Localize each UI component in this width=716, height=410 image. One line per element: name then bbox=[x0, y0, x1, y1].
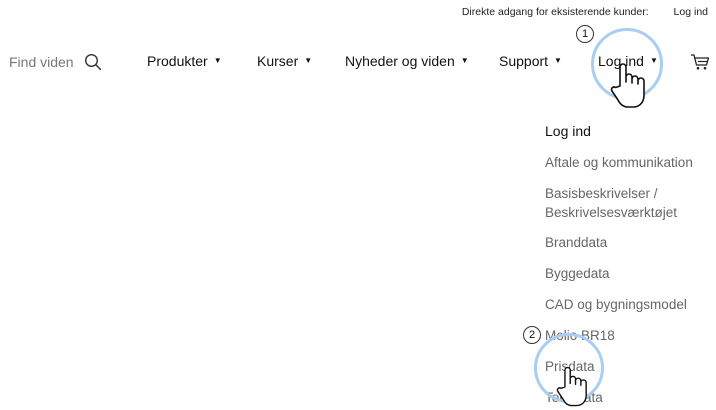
caret-down-icon: ▼ bbox=[213, 55, 222, 65]
pointer-hand-icon bbox=[556, 366, 587, 407]
nav-label: Produkter bbox=[147, 53, 208, 69]
search-icon[interactable] bbox=[84, 53, 102, 71]
caret-down-icon: ▼ bbox=[304, 55, 313, 65]
caret-down-icon: ▼ bbox=[460, 55, 469, 65]
caret-down-icon: ▼ bbox=[554, 55, 562, 65]
menu-item-beskrivelsesvaerktoejet[interactable]: Beskrivelsesværktøjet bbox=[545, 203, 710, 222]
step-2-badge: 2 bbox=[523, 326, 541, 344]
menu-item-byggedata[interactable]: Byggedata bbox=[545, 264, 710, 283]
search-box[interactable]: Find viden bbox=[9, 53, 102, 71]
top-utility-bar: Direkte adgang for eksisterende kunder: … bbox=[462, 6, 708, 18]
step-1-badge: 1 bbox=[576, 25, 594, 43]
menu-heading: Log ind bbox=[545, 123, 591, 139]
nav-label: Nyheder og viden bbox=[345, 53, 455, 69]
nav-label: Kurser bbox=[257, 53, 299, 69]
nav-produkter[interactable]: Produkter ▼ bbox=[147, 53, 222, 69]
menu-item-cad-og-bygningsmodel[interactable]: CAD og bygningsmodel bbox=[545, 295, 710, 314]
pointer-hand-icon bbox=[610, 63, 645, 108]
menu-item-basisbeskrivelser[interactable]: Basisbeskrivelser / bbox=[545, 184, 710, 203]
search-input[interactable]: Find viden bbox=[9, 54, 74, 70]
existing-customers-prompt: Direkte adgang for eksisterende kunder: bbox=[461, 6, 649, 18]
nav-kurser[interactable]: Kurser ▼ bbox=[257, 53, 312, 69]
nav-nyheder-og-viden[interactable]: Nyheder og viden ▼ bbox=[345, 53, 469, 69]
menu-item-branddata[interactable]: Branddata bbox=[545, 233, 710, 252]
nav-support[interactable]: Support ▼ bbox=[499, 53, 562, 69]
top-login-link[interactable]: Log ind bbox=[674, 6, 708, 18]
menu-item-aftale-og-kommunikation[interactable]: Aftale og kommunikation bbox=[545, 153, 710, 172]
nav-label: Support bbox=[499, 53, 549, 69]
cart-icon[interactable] bbox=[690, 53, 710, 71]
